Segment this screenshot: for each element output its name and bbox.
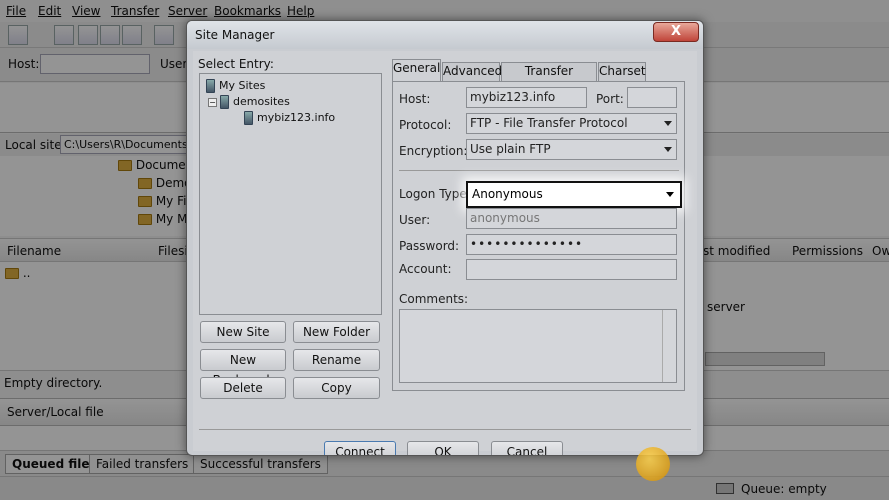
- host-label: Host:: [399, 92, 431, 106]
- server-icon: [244, 111, 253, 125]
- connect-button[interactable]: Connect: [324, 441, 396, 455]
- select-entry-label: Select Entry:: [198, 57, 274, 71]
- account-input[interactable]: [466, 259, 677, 280]
- tab-charset[interactable]: Charset: [598, 62, 646, 81]
- comments-scrollbar[interactable]: [662, 310, 676, 382]
- ok-button[interactable]: OK: [407, 441, 479, 455]
- port-input[interactable]: [627, 87, 677, 108]
- user-label: User:: [399, 213, 431, 227]
- tree-item-label: My Sites: [219, 79, 266, 92]
- password-label: Password:: [399, 239, 460, 253]
- copy-button[interactable]: Copy: [293, 377, 380, 399]
- tab-transfer-settings[interactable]: Transfer Settings: [501, 62, 597, 95]
- tree-item-demosites[interactable]: − demosites: [208, 95, 290, 109]
- dialog-title: Site Manager: [195, 28, 275, 42]
- divider: [199, 429, 691, 430]
- folder-icon: [220, 95, 229, 109]
- logon-type-select[interactable]: Anonymous: [466, 181, 682, 208]
- site-tree: My Sites − demosites mybiz123.info: [199, 73, 382, 315]
- comments-label: Comments:: [399, 292, 469, 306]
- new-bookmark-button[interactable]: New Bookmark: [200, 349, 286, 387]
- sites-icon: [206, 79, 215, 93]
- tree-item-label: mybiz123.info: [257, 111, 336, 124]
- rename-button[interactable]: Rename: [293, 349, 380, 371]
- port-label: Port:: [596, 92, 624, 106]
- user-input[interactable]: anonymous: [466, 208, 677, 229]
- tree-item-my-sites[interactable]: My Sites: [206, 79, 265, 93]
- host-input[interactable]: mybiz123.info: [466, 87, 587, 108]
- new-site-button[interactable]: New Site: [200, 321, 286, 343]
- protocol-label: Protocol:: [399, 118, 452, 132]
- tab-general[interactable]: General: [392, 59, 441, 81]
- tree-item-mybiz123[interactable]: mybiz123.info: [244, 111, 335, 125]
- tab-advanced[interactable]: Advanced: [442, 62, 502, 81]
- encryption-select[interactable]: Use plain FTP: [466, 139, 677, 160]
- collapse-icon[interactable]: −: [208, 97, 217, 107]
- close-icon: X: [670, 24, 682, 39]
- encryption-label: Encryption:: [399, 144, 468, 158]
- close-button[interactable]: X: [653, 22, 699, 42]
- comments-textarea[interactable]: [399, 309, 677, 383]
- tree-item-label: demosites: [233, 95, 290, 108]
- cancel-button[interactable]: Cancel: [491, 441, 563, 455]
- watermark-logo: [636, 445, 876, 485]
- delete-button[interactable]: Delete: [200, 377, 286, 399]
- dialog-titlebar[interactable]: Site Manager X: [187, 21, 703, 49]
- logo-icon: [636, 447, 670, 481]
- new-folder-button[interactable]: New Folder: [293, 321, 380, 343]
- account-label: Account:: [399, 262, 452, 276]
- logon-type-label: Logon Type:: [399, 187, 471, 201]
- divider: [399, 170, 679, 171]
- protocol-select[interactable]: FTP - File Transfer Protocol: [466, 113, 677, 134]
- password-input[interactable]: ••••••••••••••: [466, 234, 677, 255]
